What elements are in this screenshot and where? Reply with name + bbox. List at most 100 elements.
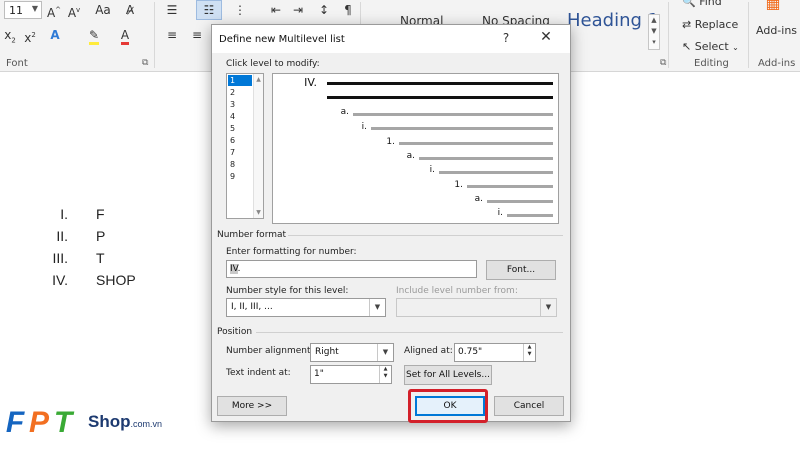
align-left-icon[interactable]: ≡ <box>162 26 182 44</box>
replace-button[interactable]: ⇄ Replace <box>682 18 738 31</box>
align-center-icon[interactable]: ≡ <box>188 26 206 44</box>
styles-scroll[interactable]: ▲ ▼ ▾ <box>648 14 660 50</box>
numbering-icon[interactable]: ⋮ <box>230 1 250 19</box>
level-item[interactable]: 4 <box>228 111 252 122</box>
preview-label: i. <box>429 165 435 175</box>
click-level-label: Click level to modify: <box>226 59 320 69</box>
cancel-button[interactable]: Cancel <box>494 396 564 416</box>
level-item[interactable]: 3 <box>228 99 252 110</box>
text-indent-value: 1" <box>314 369 324 379</box>
aligned-at-label: Aligned at: <box>404 346 453 356</box>
change-case-icon[interactable]: Aa <box>92 1 114 19</box>
highlight-icon[interactable]: ✎ <box>84 26 104 45</box>
shrink-font-icon[interactable]: Av <box>66 1 82 22</box>
preview-line <box>327 96 553 99</box>
number-alignment-dropdown[interactable]: Right ▼ <box>310 343 394 362</box>
decrease-indent-icon[interactable]: ⇤ <box>268 1 284 19</box>
level-item[interactable]: 1 <box>228 75 252 86</box>
font-size-value: 11 <box>9 4 23 17</box>
list-preview: IV. a. i. 1. a. i. 1. a. i. <box>272 73 559 224</box>
list-item[interactable]: P <box>96 228 105 244</box>
format-field-highlight: IV <box>230 264 238 274</box>
list-item[interactable]: F <box>96 206 105 222</box>
cursor-icon: ↖ <box>682 40 692 53</box>
preview-line <box>399 142 553 145</box>
grow-font-icon[interactable]: A^ <box>46 1 62 22</box>
styles-launcher-icon[interactable]: ⧉ <box>660 58 666 68</box>
close-button[interactable]: ✕ <box>535 29 557 45</box>
preview-label: IV. <box>304 76 317 89</box>
level-item[interactable]: 2 <box>228 87 252 98</box>
replace-icon: ⇄ <box>682 18 692 31</box>
level-item[interactable]: 7 <box>228 147 252 158</box>
set-all-levels-button[interactable]: Set for All Levels... <box>404 365 492 385</box>
include-level-label: Include level number from: <box>396 286 518 296</box>
chevron-down-icon: ▼ <box>369 299 385 316</box>
logo-shop-text: Shop.com.vn <box>88 412 162 432</box>
select-button[interactable]: ↖ Select ⌄ <box>682 40 739 53</box>
preview-line <box>353 113 553 116</box>
editing-group-label: Editing <box>694 58 729 69</box>
preview-label: 1. <box>386 137 395 147</box>
chevron-down-icon: ▼ <box>31 4 38 13</box>
divider <box>668 2 669 68</box>
superscript-icon[interactable]: x2 <box>22 26 38 47</box>
spinner-icon[interactable]: ▲ ▼ <box>523 344 535 361</box>
bullets-icon[interactable]: ☰ <box>162 1 182 19</box>
spinner-icon[interactable]: ▲ ▼ <box>379 366 391 383</box>
preview-line <box>371 127 553 130</box>
number-style-value: I, II, III, ... <box>231 302 273 312</box>
preview-line <box>327 82 553 85</box>
preview-label: a. <box>474 194 483 204</box>
font-group-label: Font <box>6 58 28 69</box>
style-heading1[interactable]: Heading 1 <box>567 10 659 32</box>
level-item[interactable]: 8 <box>228 159 252 170</box>
list-item[interactable]: SHOP <box>96 272 136 288</box>
more-button[interactable]: More >> <box>217 396 287 416</box>
dialog-launcher-icon[interactable]: ⧉ <box>142 58 148 68</box>
text-indent-input[interactable]: 1" ▲ ▼ <box>310 365 392 384</box>
chevron-up-icon[interactable]: ▲ <box>254 76 263 83</box>
logo-letter-p: P <box>28 406 49 439</box>
dialog-titlebar[interactable]: Define new Multilevel list ? ✕ <box>212 25 570 53</box>
preview-line <box>419 157 553 160</box>
subscript-icon[interactable]: x2 <box>2 26 18 49</box>
show-formatting-icon[interactable]: ¶ <box>340 1 356 19</box>
chevron-down-icon[interactable]: ▼ <box>254 209 263 216</box>
clear-formatting-icon[interactable]: A̷ <box>122 1 138 19</box>
font-size-combo[interactable]: 11 ▼ <box>4 1 42 19</box>
level-listbox[interactable]: 1 2 3 4 5 6 7 8 9 ▲ ▼ <box>226 73 264 219</box>
add-ins-group-label: Add-ins <box>758 58 796 69</box>
font-color-icon[interactable]: A <box>116 26 134 45</box>
level-item[interactable]: 9 <box>228 171 252 182</box>
help-button[interactable]: ? <box>496 31 516 45</box>
find-button[interactable]: 🔍 Find <box>682 0 722 8</box>
list-item[interactable]: T <box>96 250 105 266</box>
preview-line <box>467 185 553 188</box>
sort-icon[interactable]: ↕ <box>316 1 332 19</box>
aligned-at-input[interactable]: 0.75" ▲ ▼ <box>454 343 536 362</box>
number-style-label: Number style for this level: <box>226 286 349 296</box>
chevron-down-icon: ▼ <box>540 299 556 316</box>
preview-line <box>487 200 553 203</box>
find-label: Find <box>699 0 722 8</box>
increase-indent-icon[interactable]: ⇥ <box>290 1 306 19</box>
replace-label: Replace <box>694 18 739 31</box>
multilevel-list-icon[interactable]: ☷ <box>196 0 222 20</box>
logo-domain: .com.vn <box>130 419 163 429</box>
ok-button-highlight <box>408 389 488 423</box>
divider <box>748 2 749 68</box>
level-item[interactable]: 6 <box>228 135 252 146</box>
add-ins-button[interactable]: Add-ins <box>756 24 797 37</box>
add-ins-icon[interactable]: ▦ <box>762 0 784 16</box>
number-style-dropdown[interactable]: I, II, III, ... ▼ <box>226 298 386 317</box>
include-level-dropdown[interactable]: ▼ <box>396 298 557 317</box>
font-button[interactable]: Font... <box>486 260 556 280</box>
divider <box>288 235 563 236</box>
number-format-input[interactable]: IV. <box>226 260 477 278</box>
level-scrollbar[interactable]: ▲ ▼ <box>253 74 263 218</box>
text-effects-icon[interactable]: A <box>46 26 64 44</box>
logo-shop: Shop <box>88 412 131 431</box>
level-item[interactable]: 5 <box>228 123 252 134</box>
divider <box>154 2 155 68</box>
